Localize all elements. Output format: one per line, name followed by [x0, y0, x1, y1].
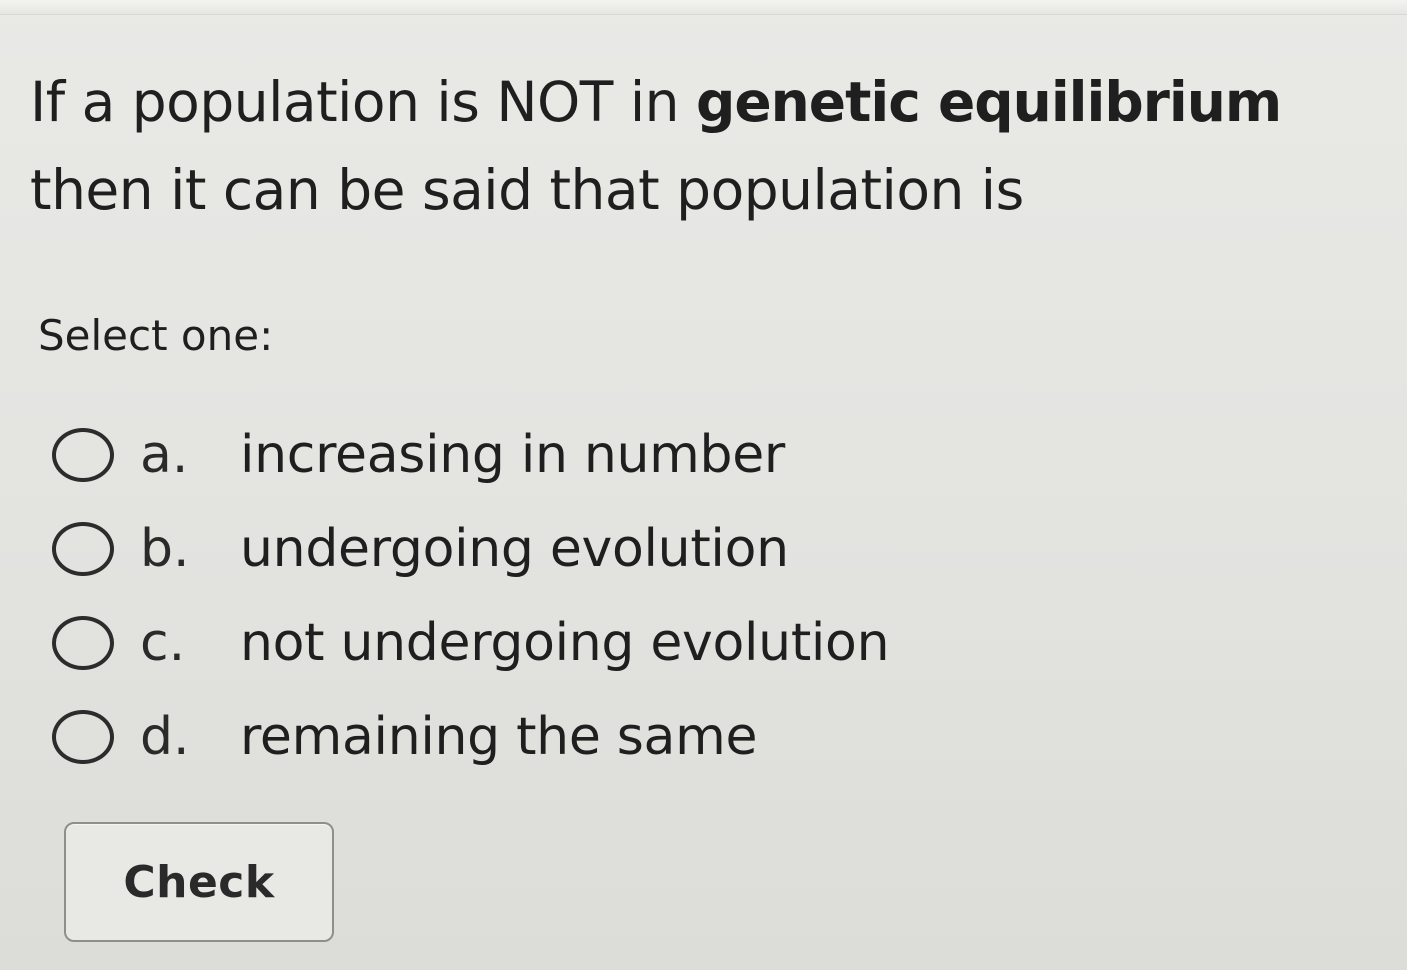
question-line-1: If a population is NOT in genetic equili…	[30, 58, 1370, 146]
option-text-a: increasing in number	[240, 425, 786, 485]
check-button[interactable]: Check	[64, 822, 334, 942]
option-text-c: not undergoing evolution	[240, 613, 890, 673]
option-c[interactable]: c. not undergoing evolution	[52, 596, 1052, 690]
answer-options: a. increasing in number b. undergoing ev…	[52, 408, 1052, 784]
option-text-d: remaining the same	[240, 707, 758, 767]
question-text-regular: If a population is NOT in	[30, 70, 696, 134]
option-b[interactable]: b. undergoing evolution	[52, 502, 1052, 596]
question-line-2: then it can be said that population is	[30, 158, 1024, 222]
option-letter-a: a.	[140, 425, 189, 485]
option-a[interactable]: a. increasing in number	[52, 408, 1052, 502]
radio-button-c[interactable]	[52, 616, 114, 670]
option-letter-d: d.	[140, 707, 190, 767]
question-text-bold: genetic equilibrium	[695, 70, 1282, 134]
radio-button-d[interactable]	[52, 710, 114, 764]
top-edge	[0, 0, 1407, 15]
radio-button-b[interactable]	[52, 522, 114, 576]
radio-button-a[interactable]	[52, 428, 114, 482]
option-letter-b: b.	[140, 519, 190, 579]
question-text: If a population is NOT in genetic equili…	[30, 58, 1370, 234]
option-letter-c: c.	[140, 613, 186, 673]
select-one-label: Select one:	[38, 311, 274, 360]
option-text-b: undergoing evolution	[240, 519, 789, 579]
option-d[interactable]: d. remaining the same	[52, 690, 1052, 784]
